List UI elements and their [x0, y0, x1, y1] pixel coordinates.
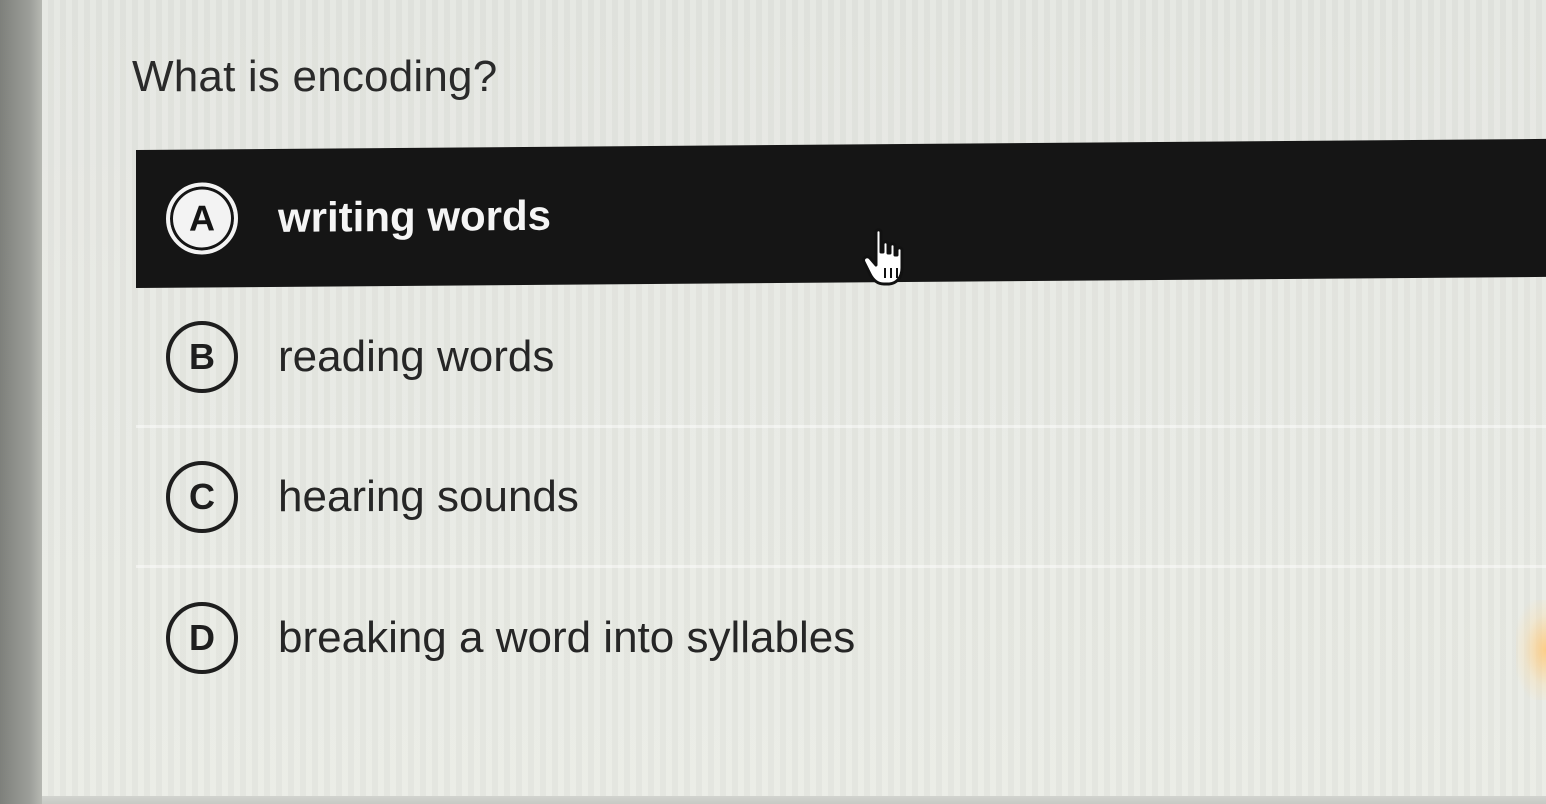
answer-choices: A writing words B reading words C hearin… — [136, 138, 1546, 708]
choice-a[interactable]: A writing words — [136, 138, 1546, 288]
screen-bezel — [0, 0, 42, 804]
light-glare — [1516, 600, 1546, 700]
choice-c-label: hearing sounds — [278, 471, 579, 521]
choice-a-label: writing words — [278, 191, 551, 241]
choice-d-letter-badge: D — [166, 602, 238, 674]
choice-b[interactable]: B reading words — [136, 288, 1546, 428]
choice-d[interactable]: D breaking a word into syllables — [136, 568, 1546, 708]
choice-b-label: reading words — [278, 331, 555, 381]
choice-c[interactable]: C hearing sounds — [136, 428, 1546, 568]
hand-pointer-icon — [862, 228, 904, 286]
choice-d-label: breaking a word into syllables — [278, 613, 856, 662]
choice-c-letter-badge: C — [166, 460, 238, 533]
screen-bottom-edge — [42, 796, 1546, 804]
choice-a-letter-badge: A — [166, 182, 238, 255]
choice-b-letter-badge: B — [166, 320, 238, 393]
question-text: What is encoding? — [132, 52, 498, 101]
